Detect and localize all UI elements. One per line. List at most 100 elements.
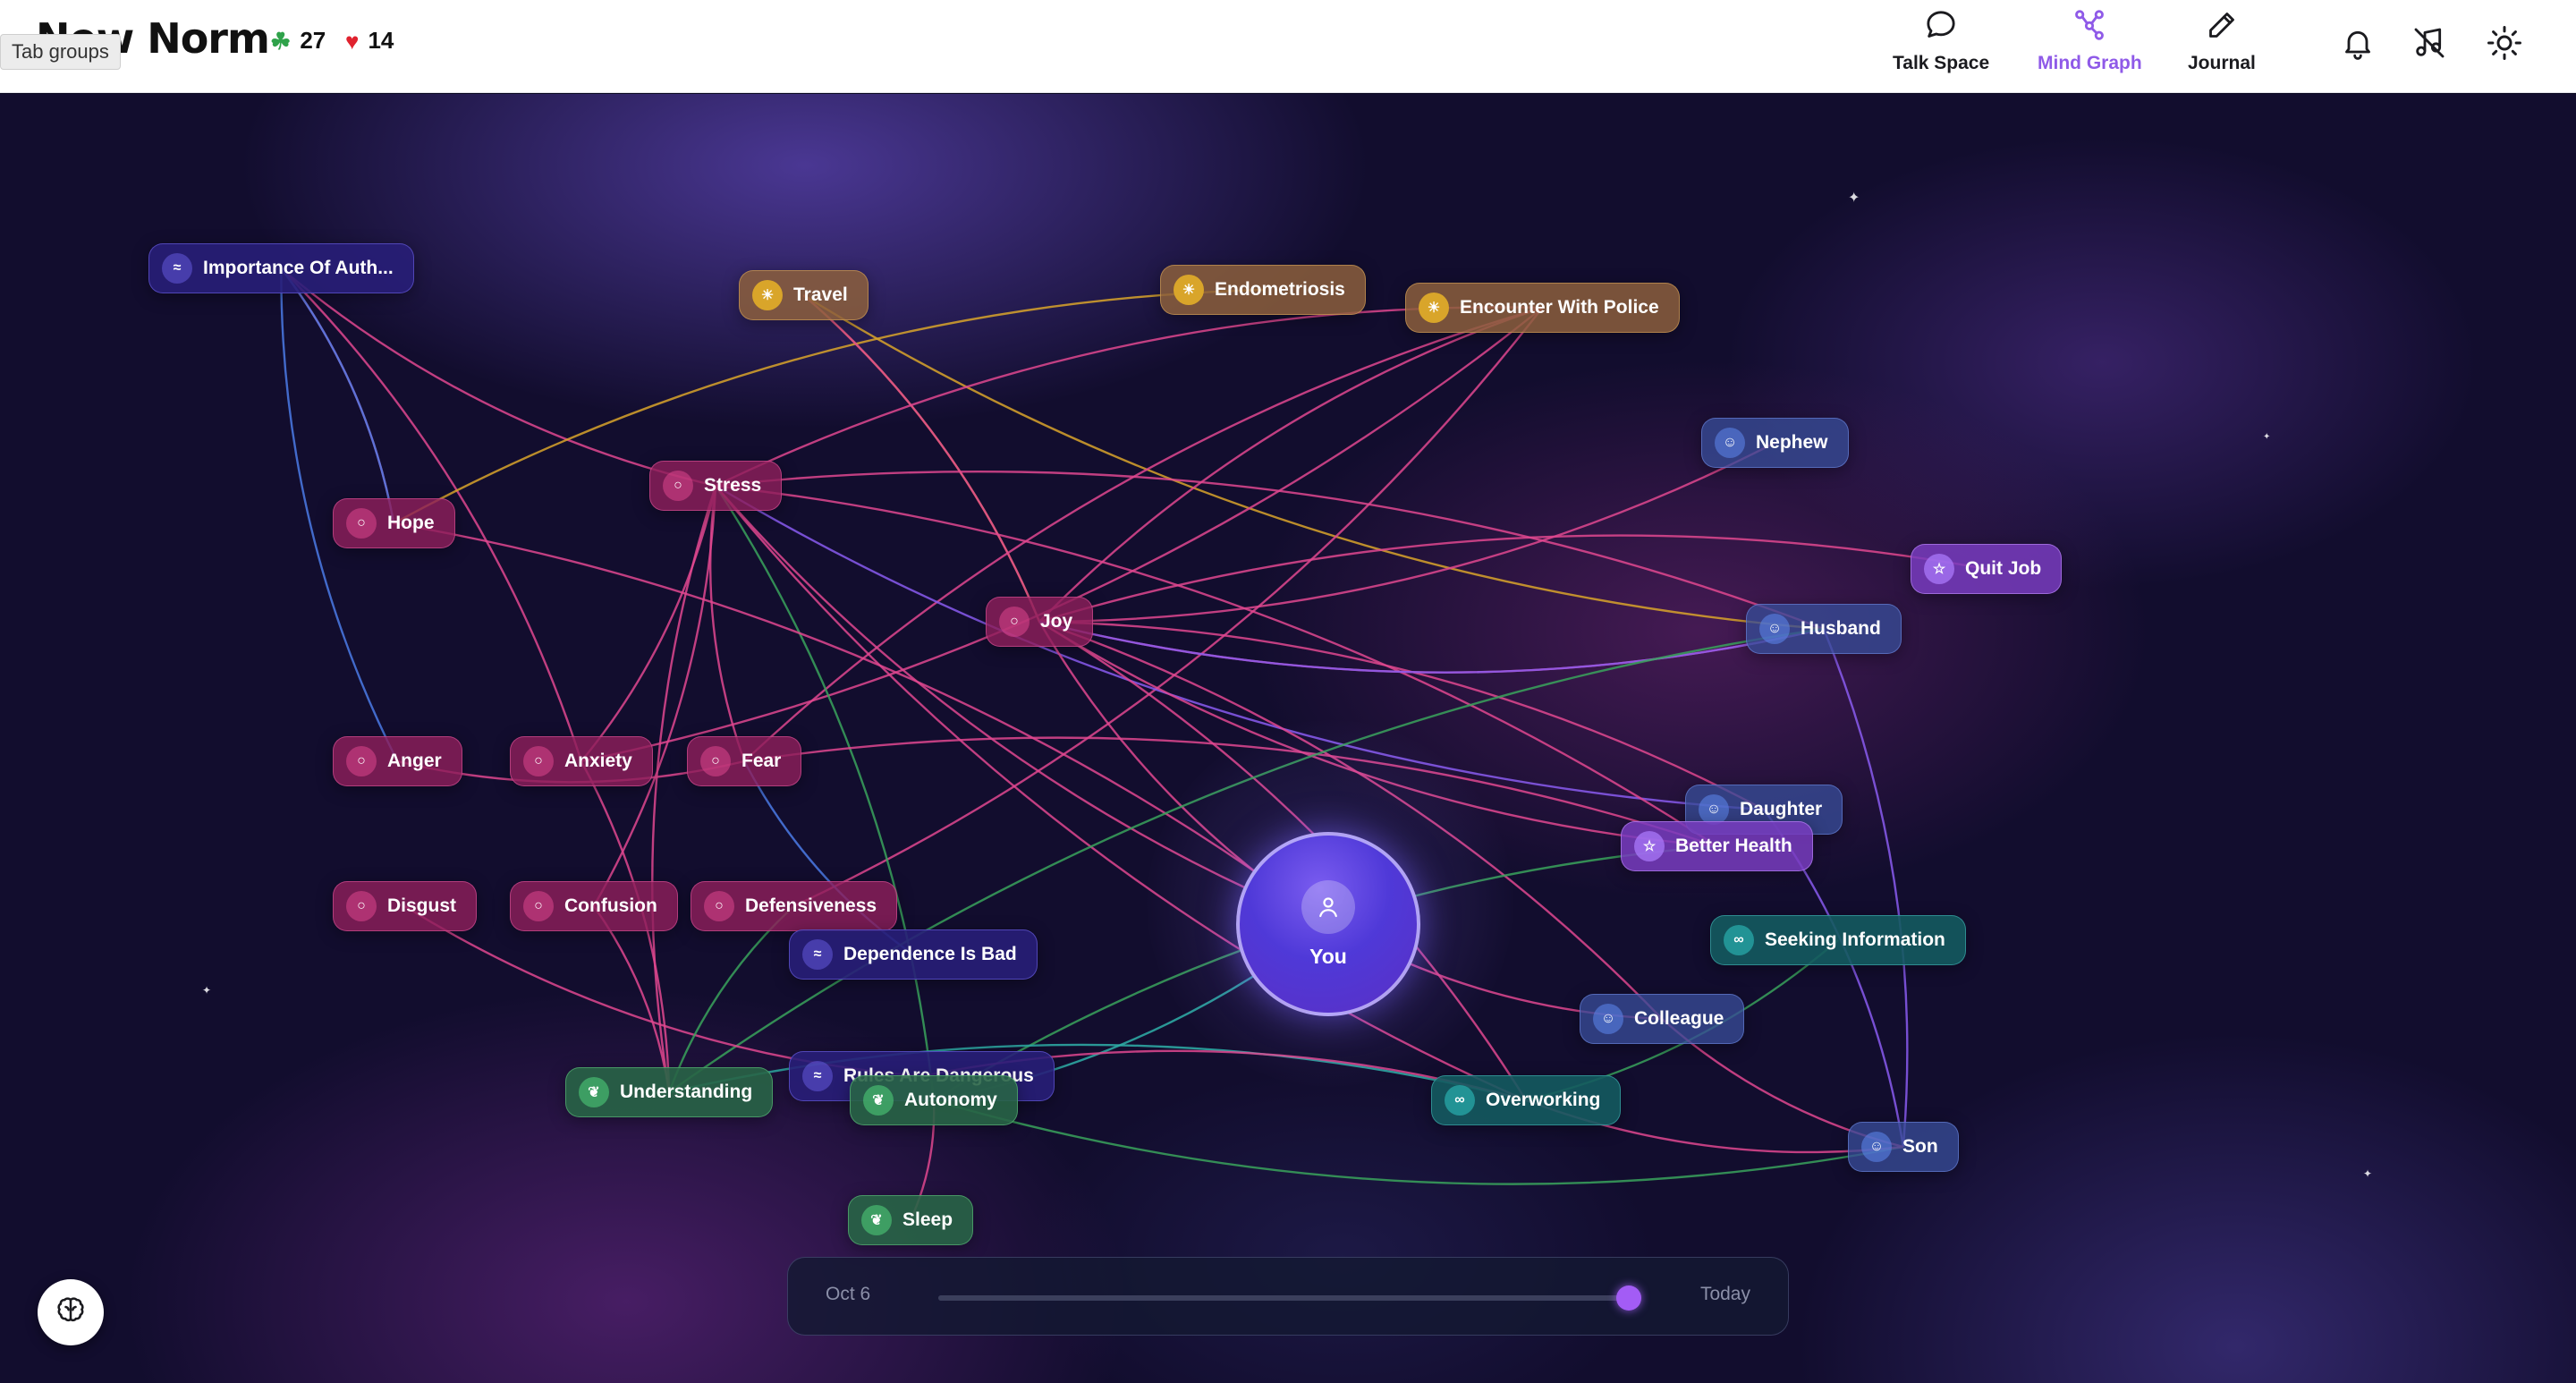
node-anger[interactable]: ○ Anger (333, 736, 462, 786)
timeline-start-label: Oct 6 (826, 1284, 871, 1304)
timeline-panel: Oct 6 Today (787, 1257, 1789, 1336)
node-label: Dependence Is Bad (843, 944, 1017, 964)
user-icon (1301, 879, 1355, 934)
timeline-slider-thumb[interactable] (1616, 1285, 1641, 1311)
node-seeking-information[interactable]: ∞ Seeking Information (1710, 915, 1966, 965)
flame-icon: ○ (346, 746, 377, 776)
flame-icon: ○ (346, 891, 377, 921)
timeline-slider-track[interactable] (938, 1285, 1641, 1311)
music-off-icon[interactable] (2410, 23, 2449, 63)
brain-button[interactable] (38, 1279, 104, 1345)
graph-edge (280, 267, 395, 524)
sparkle-icon: ✦ (202, 984, 212, 997)
flame-icon: ○ (700, 746, 731, 776)
node-nephew[interactable]: ☺ Nephew (1701, 418, 1849, 468)
graph-edge (708, 485, 746, 762)
node-label: Anger (387, 751, 442, 771)
waves-icon: ≈ (162, 253, 192, 284)
graph-edge (1038, 306, 1543, 623)
node-label: Husband (1801, 618, 1881, 639)
node-label: Encounter With Police (1460, 297, 1659, 318)
nav-mind-graph[interactable]: Mind Graph (2038, 7, 2142, 74)
node-autonomy[interactable]: ❦ Autonomy (850, 1075, 1018, 1125)
bell-icon[interactable] (2338, 23, 2377, 63)
link-icon: ∞ (1724, 925, 1754, 955)
star-icon: ☆ (1924, 554, 1954, 584)
nav-journal[interactable]: Journal (2188, 7, 2256, 74)
you-node[interactable]: You (1236, 832, 1420, 1016)
you-label: You (1309, 944, 1347, 968)
mind-graph-canvas[interactable]: ✦ ✦ ✦ ✦ ✦ You ≈ Importance Of Auth... ☀ … (0, 94, 2576, 1383)
node-stress[interactable]: ○ Stress (649, 461, 783, 511)
graph-edge (393, 288, 1263, 525)
node-importance-of-authenticity[interactable]: ≈ Importance Of Auth... (148, 243, 414, 293)
node-anxiety[interactable]: ○ Anxiety (510, 736, 653, 786)
node-endometriosis[interactable]: ☀ Endometriosis (1160, 265, 1366, 315)
graph-edge (802, 294, 1041, 623)
node-dependence-is-bad[interactable]: ≈ Dependence Is Bad (789, 929, 1038, 980)
graph-edge (933, 1099, 1904, 1185)
node-disgust[interactable]: ○ Disgust (333, 881, 478, 931)
node-label: Seeking Information (1765, 929, 1945, 950)
streak-count: 27 (300, 27, 326, 54)
flame-icon: ○ (523, 746, 554, 776)
nav-mind-graph-label: Mind Graph (2038, 53, 2142, 73)
nav-talk-space[interactable]: Talk Space (1893, 7, 1989, 74)
node-joy[interactable]: ○ Joy (986, 597, 1094, 647)
sun-icon[interactable] (2485, 23, 2524, 63)
node-fear[interactable]: ○ Fear (687, 736, 802, 786)
graph-edge (1038, 620, 1825, 674)
node-label: Nephew (1756, 432, 1828, 453)
leaf-icon: ❦ (863, 1085, 894, 1116)
flame-icon: ○ (663, 471, 693, 501)
graph-edge (667, 905, 795, 1093)
graph-edge (580, 485, 717, 762)
waves-icon: ≈ (802, 939, 833, 970)
sun-cloud-icon: ☀ (752, 280, 783, 310)
timeline-slider-fill (938, 1295, 1641, 1301)
node-label: Anxiety (564, 751, 632, 771)
person-icon: ☺ (1699, 794, 1729, 825)
graph-edge (280, 267, 395, 524)
node-confusion[interactable]: ○ Confusion (510, 881, 678, 931)
hearts-count: 14 (368, 27, 394, 54)
top-bar: New Norm Tab groups ☘ 27 ♥ 14 Talk Space… (0, 0, 2576, 93)
person-icon: ☺ (1861, 1132, 1892, 1162)
node-understanding[interactable]: ❦ Understanding (565, 1067, 774, 1117)
flame-icon: ○ (704, 891, 734, 921)
sprout-icon: ☘ (270, 27, 292, 55)
node-quit-job[interactable]: ☆ Quit Job (1911, 544, 2063, 594)
pencil-icon (2204, 7, 2240, 47)
node-label: Quit Job (1965, 558, 2042, 579)
node-defensiveness[interactable]: ○ Defensiveness (691, 881, 898, 931)
node-label: Travel (793, 284, 848, 305)
node-encounter-with-police[interactable]: ☀ Encounter With Police (1405, 283, 1680, 333)
hearts-counter: ♥ 14 (345, 27, 394, 55)
node-label: Hope (387, 513, 435, 533)
node-overworking[interactable]: ∞ Overworking (1431, 1075, 1622, 1125)
graph-icon (2072, 7, 2107, 47)
sparkle-icon: ✦ (1848, 191, 1860, 206)
node-label: Sleep (902, 1209, 953, 1230)
flame-icon: ○ (523, 891, 554, 921)
graph-edge (715, 485, 936, 1101)
node-label: Fear (741, 751, 782, 771)
graph-edge (802, 294, 1041, 623)
node-husband[interactable]: ☺ Husband (1746, 604, 1902, 654)
flame-icon: ○ (999, 607, 1030, 637)
node-label: Autonomy (904, 1090, 997, 1110)
sparkle-icon: ✦ (2363, 1167, 2373, 1180)
node-label: Colleague (1634, 1008, 1724, 1029)
node-hope[interactable]: ○ Hope (333, 498, 455, 548)
node-sleep[interactable]: ❦ Sleep (848, 1195, 974, 1245)
node-travel[interactable]: ☀ Travel (739, 270, 869, 320)
sparkle-icon: ✦ (2263, 432, 2271, 442)
node-son[interactable]: ☺ Son (1848, 1122, 1959, 1172)
node-label: Defensiveness (745, 895, 877, 916)
node-label: Understanding (620, 1082, 753, 1102)
flame-icon: ○ (346, 508, 377, 539)
node-label: Stress (704, 475, 762, 496)
node-better-health[interactable]: ☆ Better Health (1621, 821, 1813, 871)
node-colleague[interactable]: ☺ Colleague (1580, 994, 1745, 1044)
graph-edge (715, 306, 1543, 488)
